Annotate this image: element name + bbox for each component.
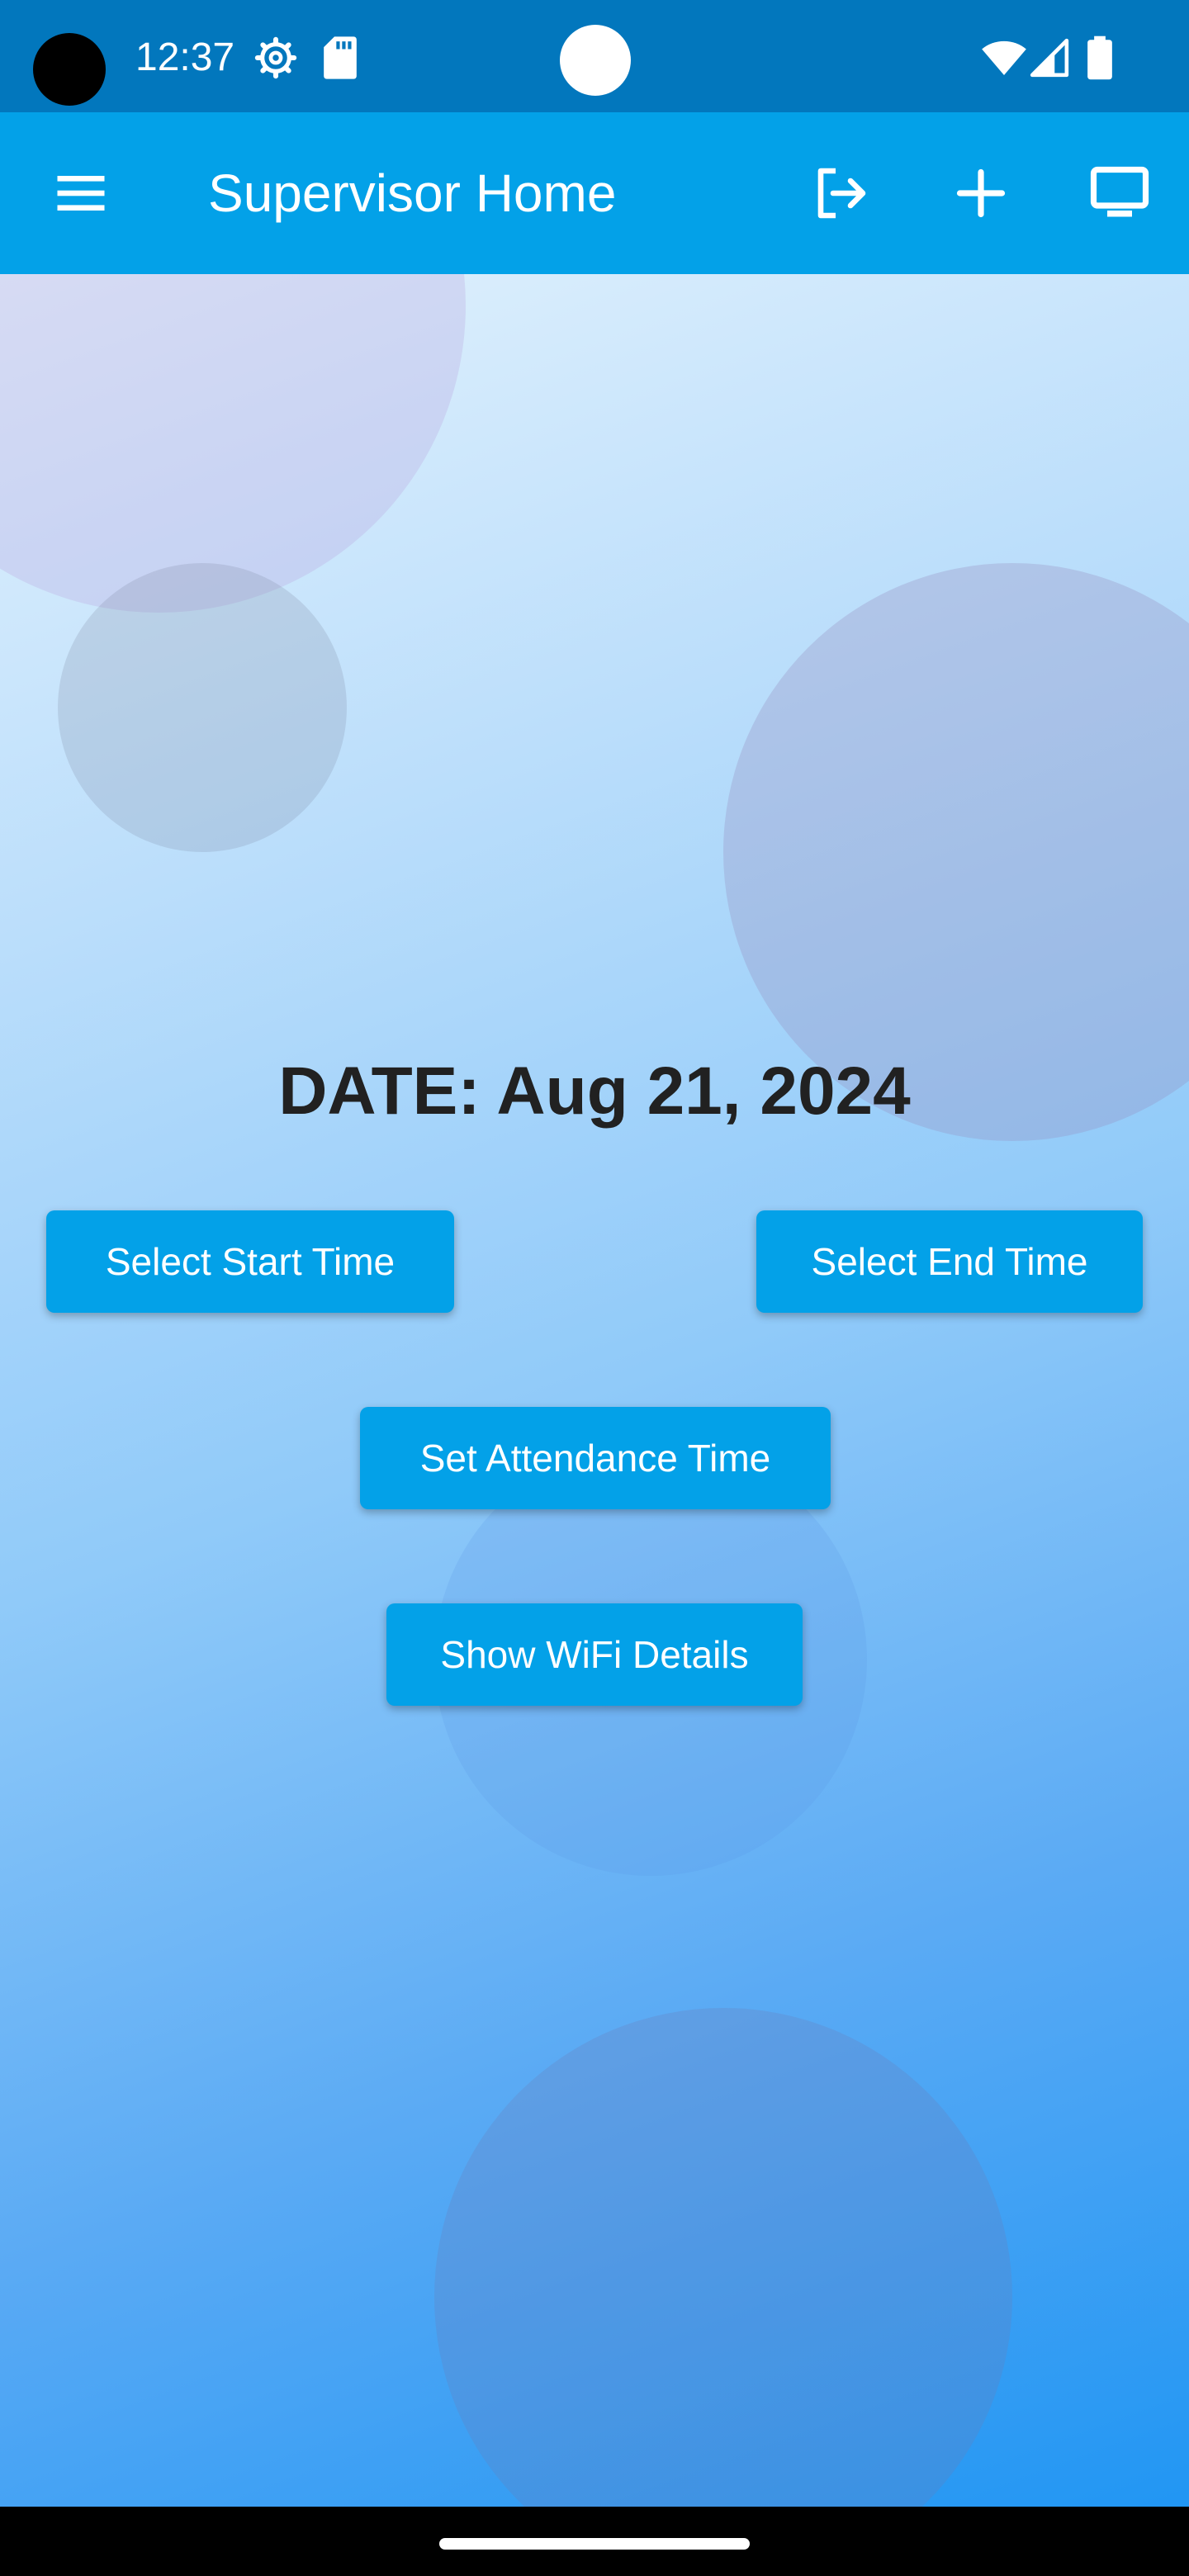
menu-icon[interactable] — [51, 163, 111, 223]
wifi-icon — [982, 40, 1026, 75]
cell-signal-icon — [1030, 38, 1069, 78]
front-camera-cutout — [33, 33, 106, 106]
logout-icon[interactable] — [811, 163, 870, 223]
decorative-circle — [0, 274, 466, 613]
center-camera-cutout — [560, 25, 631, 96]
main-content: DATE: Aug 21, 2024 Select Start Time Sel… — [0, 274, 1189, 2507]
add-icon[interactable] — [951, 163, 1011, 223]
decorative-circle — [58, 563, 347, 852]
app-bar: Supervisor Home — [0, 112, 1189, 274]
select-end-time-button[interactable]: Select End Time — [756, 1210, 1143, 1313]
set-attendance-time-button[interactable]: Set Attendance Time — [360, 1407, 831, 1509]
monitor-icon[interactable] — [1090, 163, 1149, 223]
home-gesture-handle[interactable] — [439, 2538, 750, 2550]
status-time: 12:37 — [135, 36, 235, 79]
status-bar: 12:37 — [0, 0, 1189, 112]
show-wifi-details-button[interactable]: Show WiFi Details — [386, 1603, 803, 1706]
decorative-circle — [434, 2008, 1012, 2507]
date-label: DATE: Aug 21, 2024 — [278, 1054, 911, 1129]
battery-icon — [1087, 36, 1112, 80]
sd-card-icon — [324, 36, 357, 79]
page-title: Supervisor Home — [208, 163, 617, 223]
select-start-time-button[interactable]: Select Start Time — [46, 1210, 454, 1313]
settings-gear-icon — [254, 36, 297, 79]
navigation-bar — [0, 2507, 1189, 2576]
